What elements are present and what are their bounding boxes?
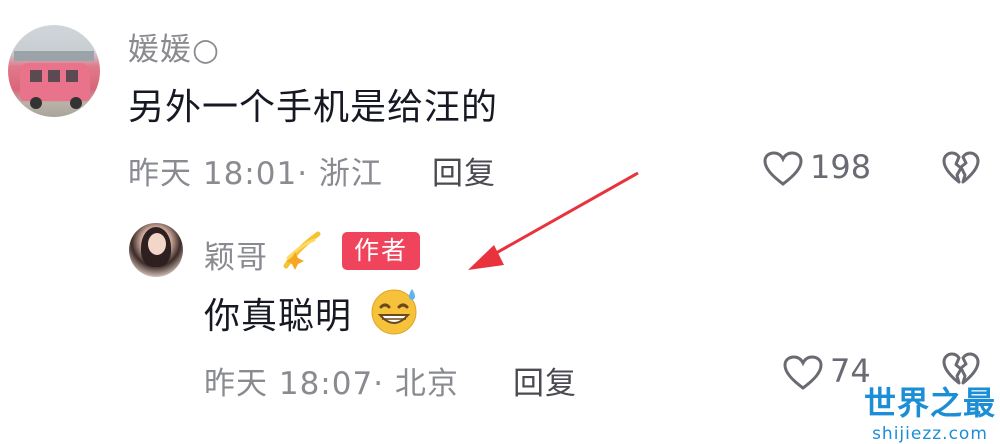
author-badge: 作者: [342, 232, 420, 270]
watermark: 世界之最 shijiezz.com: [862, 378, 998, 444]
sparkle-emoji-icon: [280, 228, 324, 272]
heart-icon[interactable]: [763, 151, 803, 187]
reply-reply-button[interactable]: 回复: [513, 358, 577, 403]
avatar[interactable]: [8, 25, 100, 117]
comment-username[interactable]: 媛媛○: [128, 24, 220, 69]
grin-sweat-emoji-icon: [368, 283, 422, 337]
watermark-url: shijiezz.com: [872, 424, 988, 444]
reply-username[interactable]: 颖哥: [204, 232, 268, 277]
annotation-arrow: [460, 165, 645, 280]
heart-icon[interactable]: [783, 355, 823, 391]
reply-text: 你真聪明: [204, 296, 353, 337]
username-text[interactable]: 媛媛: [128, 32, 192, 68]
watermark-title: 世界之最: [863, 384, 996, 422]
comment-text: 另外一个手机是给汪的: [128, 87, 499, 128]
comment-meta: 昨天 18:01· 浙江: [128, 156, 383, 192]
dislike-broken-heart-icon[interactable]: [942, 151, 980, 185]
username-suffix: ○: [192, 32, 221, 68]
reply-avatar[interactable]: [129, 223, 183, 277]
like-count: 198: [810, 148, 872, 186]
reply-meta: 昨天 18:07· 北京: [204, 366, 459, 402]
